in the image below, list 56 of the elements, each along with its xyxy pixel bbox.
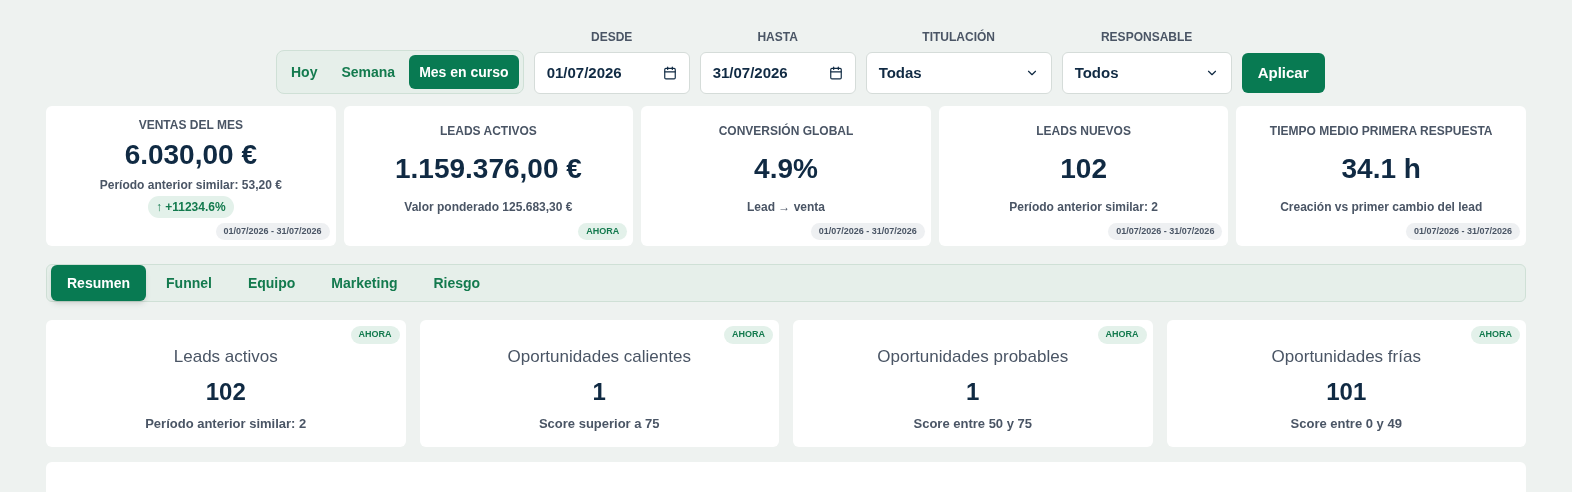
date-field[interactable]: 01/07/2026 — [533, 52, 690, 94]
kpi-title: VENTAS DEL MES — [138, 117, 243, 134]
select-field[interactable]: Todos — [1061, 52, 1232, 94]
kpi-value: 1.159.376,00 € — [394, 152, 582, 186]
tab[interactable]: Marketing — [315, 265, 414, 301]
date-range-badge: 01/07/2026 - 31/07/2026 — [215, 222, 330, 240]
apply-button[interactable]: Aplicar — [1241, 53, 1325, 93]
filter-label: RESPONSABLE — [1100, 29, 1193, 46]
card-title: Oportunidades frías — [1271, 346, 1421, 368]
card-title: Oportunidades probables — [877, 346, 1069, 368]
card-subtitle: Score entre 50 y 75 — [913, 414, 1032, 433]
card-value: 1 — [592, 376, 606, 407]
kpi-value: 4.9% — [754, 152, 818, 186]
filter-label: TITULACIÓN — [922, 28, 995, 46]
kpi-subtitle: Creación vs primer cambio del lead — [1280, 199, 1483, 216]
kpi-subtitle: Período anterior similar: 53,20 € — [99, 177, 282, 194]
calendar-icon — [662, 66, 677, 80]
kpi-value: 102 — [1060, 152, 1107, 186]
status-badge: AHORA — [1471, 326, 1520, 344]
kpi-subtitle: Valor ponderado 125.683,30 € — [404, 199, 573, 216]
kpi-title: LEADS ACTIVOS — [439, 123, 537, 140]
kpi-value: 34.1 h — [1341, 152, 1421, 186]
tab[interactable]: Riesgo — [417, 265, 497, 301]
filter-label: HASTA — [757, 29, 798, 46]
date-range-badge: 01/07/2026 - 31/07/2026 — [1108, 222, 1223, 240]
filter-label: DESDE — [590, 29, 633, 46]
calendar-icon — [828, 66, 843, 80]
kpi-subtitle: Lead → venta — [746, 199, 825, 216]
card-title: Oportunidades calientes — [507, 346, 691, 368]
card-value: 101 — [1326, 376, 1367, 407]
kpi-value: 6.030,00 € — [124, 138, 257, 172]
status-badge: AHORA — [724, 326, 773, 344]
period-option[interactable]: Hoy — [281, 55, 328, 89]
tab[interactable]: Funnel — [150, 265, 228, 301]
card-title: Leads activos — [173, 346, 278, 368]
tab[interactable]: Equipo — [231, 265, 312, 301]
card-value: 1 — [966, 376, 980, 407]
date-range-badge: 01/07/2026 - 31/07/2026 — [1405, 222, 1520, 240]
card-subtitle: Score superior a 75 — [538, 414, 660, 433]
kpi-title: TIEMPO MEDIO PRIMERA RESPUESTA — [1269, 123, 1493, 140]
card-subtitle: Período anterior similar: 2 — [145, 414, 307, 433]
kpi-subtitle: Período anterior similar: 2 — [1009, 199, 1158, 216]
status-badge: AHORA — [1097, 326, 1147, 344]
period-option[interactable]: Semana — [331, 55, 406, 89]
card-subtitle: Score entre 0 y 49 — [1290, 414, 1402, 433]
status-badge: AHORA — [350, 326, 400, 344]
status-badge: AHORA — [578, 222, 628, 240]
date-range-badge: 01/07/2026 - 31/07/2026 — [810, 222, 925, 240]
card-value: 102 — [205, 376, 246, 407]
trend-pill: ↑ +11234.6% — [147, 196, 234, 218]
date-field[interactable]: 31/07/2026 — [699, 52, 856, 94]
kpi-title: CONVERSIÓN GLOBAL — [718, 122, 854, 140]
period-option[interactable]: Mes en curso — [409, 55, 519, 89]
kpi-title: LEADS NUEVOS — [1036, 123, 1131, 140]
tab[interactable]: Resumen — [51, 265, 147, 301]
select-field[interactable]: Todas — [865, 52, 1052, 94]
